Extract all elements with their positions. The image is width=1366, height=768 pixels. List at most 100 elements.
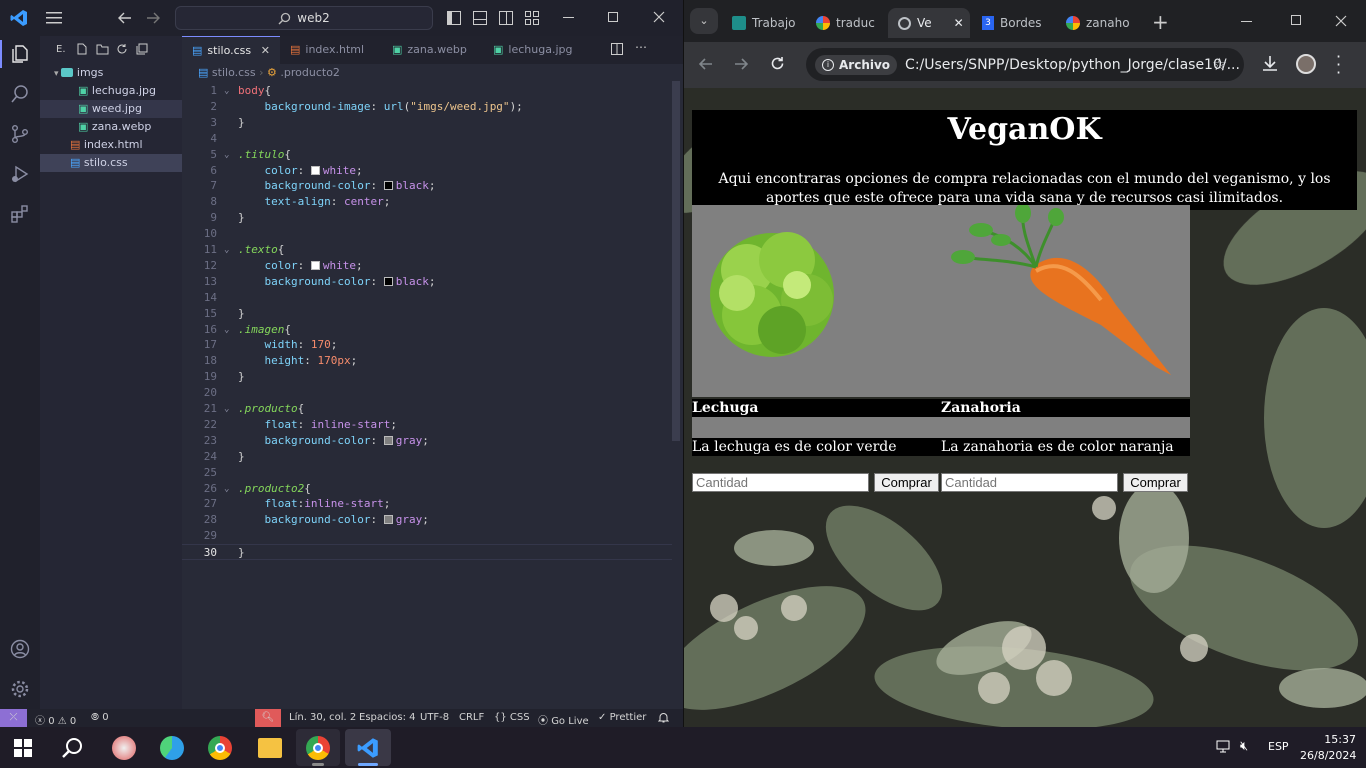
customize-layout-icon[interactable]: [525, 11, 539, 25]
chrome-taskbar-item[interactable]: [296, 729, 340, 766]
chrome-app-icon[interactable]: [208, 736, 232, 760]
fold-chevron-icon[interactable]: ⌄: [224, 242, 229, 258]
editor-scrollbar[interactable]: [672, 81, 680, 441]
file-weed[interactable]: ▣ weed.jpg: [40, 100, 182, 118]
folder-imgs[interactable]: ▾ imgs: [54, 64, 103, 82]
new-folder-icon[interactable]: [96, 43, 109, 55]
fold-chevron-icon[interactable]: ⌄: [224, 322, 229, 338]
cursor-position[interactable]: Lín. 30, col. 2: [289, 712, 356, 723]
collapse-all-icon[interactable]: [136, 43, 148, 55]
code-line: 12 color: white;: [182, 258, 672, 274]
zoom-search-icon[interactable]: 🔍︎: [255, 709, 281, 727]
toggle-panel-icon[interactable]: [473, 11, 487, 25]
search-icon[interactable]: [10, 84, 30, 104]
menu-icon[interactable]: [46, 11, 62, 25]
code-line: 16 ⌄ .imagen{: [182, 322, 672, 338]
maximize-icon[interactable]: [608, 12, 618, 22]
encoding[interactable]: UTF-8: [420, 712, 449, 723]
toggle-secondary-sidebar-icon[interactable]: [499, 11, 513, 25]
reload-icon[interactable]: [770, 56, 785, 71]
quantity-input-zanahoria[interactable]: Cantidad: [941, 473, 1118, 492]
fold-chevron-icon[interactable]: ⌄: [224, 147, 229, 163]
chrome-maximize-icon[interactable]: [1291, 15, 1301, 25]
paint-app-icon[interactable]: [112, 736, 136, 760]
chrome-tab-bordes[interactable]: 3 Bordes: [972, 8, 1052, 38]
refresh-icon[interactable]: [116, 43, 128, 55]
tab-stilo-css[interactable]: ▤ stilo.css ✕: [182, 36, 280, 64]
vscode-taskbar-item[interactable]: [345, 729, 391, 766]
extensions-icon[interactable]: [10, 204, 30, 224]
explorer-header: E.: [56, 44, 66, 55]
command-center-search[interactable]: web2: [175, 6, 433, 30]
clock[interactable]: 15:37 26/8/2024: [1300, 732, 1356, 764]
forward-arrow-icon[interactable]: [734, 57, 748, 71]
address-bar[interactable]: i Archivo C:/Users/SNPP/Desktop/python_J…: [806, 48, 1244, 81]
chrome-menu-kebab-icon[interactable]: · · ·: [1336, 49, 1341, 81]
run-debug-icon[interactable]: [10, 164, 30, 184]
line-ending[interactable]: CRLF: [459, 712, 484, 723]
url-text[interactable]: C:/Users/SNPP/Desktop/python_Jorge/clase…: [905, 57, 1240, 73]
bookmark-star-icon[interactable]: ☆: [1212, 55, 1227, 75]
breadcrumb-symbol[interactable]: .producto2: [280, 66, 340, 79]
toggle-sidebar-icon[interactable]: [447, 11, 461, 25]
taskbar-search-icon[interactable]: [61, 737, 83, 759]
network-icon[interactable]: [1216, 740, 1232, 754]
buy-button-zanahoria[interactable]: Comprar: [1123, 473, 1188, 492]
download-icon[interactable]: [1262, 55, 1278, 72]
more-actions-icon[interactable]: ⋯: [635, 40, 647, 54]
file-index[interactable]: ▤ index.html: [70, 136, 143, 154]
chrome-tab-zanahoria[interactable]: zanaho: [1056, 8, 1136, 38]
file-explorer-icon[interactable]: [258, 738, 282, 758]
forward-arrow-icon[interactable]: [146, 11, 160, 25]
tab-lechuga-jpg[interactable]: ▣ lechuga.jpg: [483, 36, 587, 64]
explorer-icon[interactable]: [10, 44, 30, 64]
file-zana[interactable]: ▣ zana.webp: [78, 118, 151, 136]
line-number: 3: [210, 115, 217, 129]
new-file-icon[interactable]: [76, 43, 88, 55]
new-tab-plus-icon[interactable]: +: [1152, 10, 1169, 34]
remote-icon[interactable]: ⤫: [0, 709, 27, 727]
minimize-icon[interactable]: [563, 17, 574, 18]
code-text: .producto{: [238, 402, 305, 415]
fold-chevron-icon[interactable]: ⌄: [224, 481, 229, 497]
close-icon[interactable]: [653, 11, 665, 23]
windows-start-icon[interactable]: [14, 739, 32, 757]
file-stilo[interactable]: ▤ stilo.css: [40, 154, 182, 172]
breadcrumb-file[interactable]: stilo.css: [212, 66, 256, 79]
split-editor-icon[interactable]: [611, 43, 623, 55]
prettier-button[interactable]: ✓ Prettier: [598, 712, 646, 723]
close-tab-icon[interactable]: ✕: [261, 37, 270, 64]
chrome-tab-veganok[interactable]: Ve ✕: [888, 8, 970, 38]
tab-index-html[interactable]: ▤ index.html: [280, 36, 382, 64]
chrome-tab-trabajo[interactable]: Trabajo: [722, 8, 804, 38]
back-arrow-icon[interactable]: [118, 11, 132, 25]
fold-chevron-icon[interactable]: ⌄: [224, 83, 229, 99]
indentation[interactable]: Espacios: 4: [359, 712, 416, 723]
site-info-chip[interactable]: i Archivo: [815, 54, 898, 75]
source-control-icon[interactable]: [10, 124, 30, 144]
volume-muted-icon[interactable]: 🔇︎: [1240, 739, 1248, 754]
edge-browser-icon[interactable]: [160, 736, 184, 760]
back-arrow-icon[interactable]: [699, 57, 713, 71]
chrome-tab-traduc[interactable]: traduc: [806, 8, 886, 38]
ports-indicator[interactable]: ⦾ 0: [91, 712, 109, 723]
close-tab-icon[interactable]: ✕: [954, 16, 964, 30]
buy-button-lechuga[interactable]: Comprar: [874, 473, 939, 492]
language-mode[interactable]: {} CSS: [494, 712, 530, 723]
accounts-icon[interactable]: [10, 639, 30, 659]
notifications-bell-icon[interactable]: [658, 711, 669, 723]
language-indicator[interactable]: ESP: [1268, 740, 1289, 753]
tab-zana-webp[interactable]: ▣ zana.webp: [382, 36, 483, 64]
quantity-input-lechuga[interactable]: Cantidad: [692, 473, 869, 492]
tab-search-chevron-icon[interactable]: ⌄: [690, 8, 718, 34]
profile-avatar[interactable]: [1296, 54, 1316, 74]
code-editor[interactable]: 1 ⌄ body{2 background-image: url("imgs/wee…: [182, 81, 683, 601]
fold-chevron-icon[interactable]: ⌄: [224, 401, 229, 417]
problems-indicator[interactable]: ⓧ 0 ⚠ 0: [35, 712, 76, 727]
code-text: body{: [238, 84, 272, 97]
chrome-close-icon[interactable]: [1335, 15, 1347, 27]
file-lechuga[interactable]: ▣ lechuga.jpg: [78, 82, 156, 100]
go-live-button[interactable]: ⦿ Go Live: [538, 712, 589, 727]
settings-gear-icon[interactable]: [10, 679, 30, 699]
chrome-minimize-icon[interactable]: [1241, 21, 1252, 22]
